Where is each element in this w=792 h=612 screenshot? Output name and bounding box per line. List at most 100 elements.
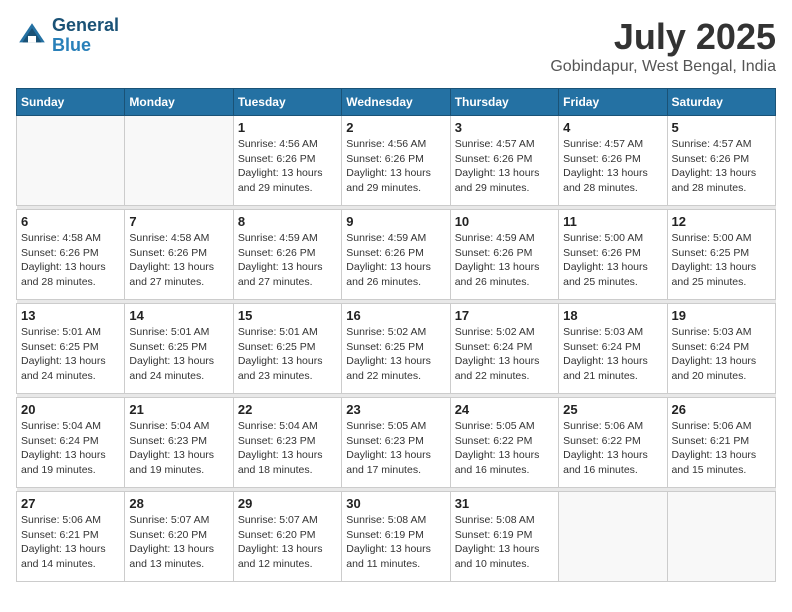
day-number: 18 <box>563 308 662 323</box>
day-number: 3 <box>455 120 554 135</box>
cell-sun-info: Sunrise: 5:00 AMSunset: 6:26 PMDaylight:… <box>563 231 662 290</box>
calendar-cell-w2-d5: 10 Sunrise: 4:59 AMSunset: 6:26 PMDayligh… <box>450 210 558 300</box>
day-number: 22 <box>238 402 337 417</box>
calendar-cell-w3-d5: 17Sunrise: 5:02 AMSunset: 6:24 PMDayligh… <box>450 304 558 394</box>
day-number: 4 <box>563 120 662 135</box>
cell-sun-info: Sunrise: 5:05 AMSunset: 6:22 PMDaylight:… <box>455 419 554 478</box>
cell-sun-info: Sunrise: 5:01 AMSunset: 6:25 PMDaylight:… <box>238 325 337 384</box>
page-header: General Blue July 2025 Gobindapur, West … <box>16 16 776 76</box>
day-number: 16 <box>346 308 445 323</box>
calendar-cell-w3-d1: 13 Sunrise: 5:01 AMSunset: 6:25 PMDayligh… <box>17 304 125 394</box>
cell-sun-info: Sunrise: 5:04 AMSunset: 6:24 PMDaylight:… <box>21 419 120 478</box>
cell-sun-info: Sunrise: 5:03 AMSunset: 6:24 PMDaylight:… <box>563 325 662 384</box>
calendar-cell-w3-d7: 19Sunrise: 5:03 AMSunset: 6:24 PMDayligh… <box>667 304 775 394</box>
calendar-cell-w1-d7: 5 Sunrise: 4:57 AMSunset: 6:26 PMDaylight… <box>667 116 775 206</box>
location-title: Gobindapur, West Bengal, India <box>550 58 776 76</box>
day-number: 20 <box>21 402 120 417</box>
calendar-cell-w1-d1 <box>17 116 125 206</box>
day-number: 24 <box>455 402 554 417</box>
calendar-table: Sunday Monday Tuesday Wednesday Thursday… <box>16 88 776 582</box>
week-row-5: 27Sunrise: 5:06 AMSunset: 6:21 PMDayligh… <box>17 492 776 582</box>
cell-sun-info: Sunrise: 5:05 AMSunset: 6:23 PMDaylight:… <box>346 419 445 478</box>
calendar-cell-w4-d7: 26Sunrise: 5:06 AMSunset: 6:21 PMDayligh… <box>667 398 775 488</box>
day-number: 29 <box>238 496 337 511</box>
weekday-header-row: Sunday Monday Tuesday Wednesday Thursday… <box>17 89 776 116</box>
cell-sun-info: Sunrise: 5:01 AMSunset: 6:25 PMDaylight:… <box>129 325 228 384</box>
cell-sun-info: Sunrise: 5:02 AMSunset: 6:24 PMDaylight:… <box>455 325 554 384</box>
cell-sun-info: Sunrise: 4:58 AMSunset: 6:26 PMDaylight:… <box>21 231 120 290</box>
cell-sun-info: Sunrise: 4:57 AMSunset: 6:26 PMDaylight:… <box>672 137 771 196</box>
calendar-cell-w5-d5: 31 Sunrise: 5:08 AMSunset: 6:19 PMDayligh… <box>450 492 558 582</box>
day-number: 15 <box>238 308 337 323</box>
month-year-title: July 2025 <box>550 16 776 58</box>
day-number: 5 <box>672 120 771 135</box>
day-number: 31 <box>455 496 554 511</box>
cell-sun-info: Sunrise: 5:06 AMSunset: 6:21 PMDaylight:… <box>21 513 120 572</box>
header-saturday: Saturday <box>667 89 775 116</box>
day-number: 28 <box>129 496 228 511</box>
cell-sun-info: Sunrise: 4:59 AMSunset: 6:26 PMDaylight:… <box>238 231 337 290</box>
day-number: 30 <box>346 496 445 511</box>
calendar-cell-w1-d5: 3 Sunrise: 4:57 AMSunset: 6:26 PMDaylight… <box>450 116 558 206</box>
day-number: 6 <box>21 214 120 229</box>
calendar-cell-w2-d1: 6 Sunrise: 4:58 AMSunset: 6:26 PMDaylight… <box>17 210 125 300</box>
day-number: 10 <box>455 214 554 229</box>
calendar-cell-w3-d3: 15 Sunrise: 5:01 AMSunset: 6:25 PMDayligh… <box>233 304 341 394</box>
cell-sun-info: Sunrise: 5:04 AMSunset: 6:23 PMDaylight:… <box>238 419 337 478</box>
calendar-cell-w2-d6: 11 Sunrise: 5:00 AMSunset: 6:26 PMDayligh… <box>559 210 667 300</box>
calendar-cell-w2-d7: 12 Sunrise: 5:00 AMSunset: 6:25 PMDayligh… <box>667 210 775 300</box>
calendar-cell-w1-d4: 2Sunrise: 4:56 AMSunset: 6:26 PMDaylight… <box>342 116 450 206</box>
day-number: 23 <box>346 402 445 417</box>
calendar-cell-w1-d3: 1 Sunrise: 4:56 AMSunset: 6:26 PMDaylight… <box>233 116 341 206</box>
calendar-cell-w4-d5: 24 Sunrise: 5:05 AMSunset: 6:22 PMDayligh… <box>450 398 558 488</box>
calendar-cell-w5-d4: 30Sunrise: 5:08 AMSunset: 6:19 PMDayligh… <box>342 492 450 582</box>
calendar-cell-w1-d2 <box>125 116 233 206</box>
calendar-cell-w5-d2: 28Sunrise: 5:07 AMSunset: 6:20 PMDayligh… <box>125 492 233 582</box>
calendar-cell-w4-d2: 21 Sunrise: 5:04 AMSunset: 6:23 PMDayligh… <box>125 398 233 488</box>
calendar-cell-w2-d3: 8Sunrise: 4:59 AMSunset: 6:26 PMDaylight… <box>233 210 341 300</box>
day-number: 21 <box>129 402 228 417</box>
day-number: 12 <box>672 214 771 229</box>
title-block: July 2025 Gobindapur, West Bengal, India <box>550 16 776 76</box>
cell-sun-info: Sunrise: 5:07 AMSunset: 6:20 PMDaylight:… <box>238 513 337 572</box>
header-thursday: Thursday <box>450 89 558 116</box>
week-row-1: 1 Sunrise: 4:56 AMSunset: 6:26 PMDaylight… <box>17 116 776 206</box>
cell-sun-info: Sunrise: 4:59 AMSunset: 6:26 PMDaylight:… <box>346 231 445 290</box>
cell-sun-info: Sunrise: 4:58 AMSunset: 6:26 PMDaylight:… <box>129 231 228 290</box>
header-tuesday: Tuesday <box>233 89 341 116</box>
cell-sun-info: Sunrise: 5:03 AMSunset: 6:24 PMDaylight:… <box>672 325 771 384</box>
day-number: 11 <box>563 214 662 229</box>
week-row-4: 20 Sunrise: 5:04 AMSunset: 6:24 PMDayligh… <box>17 398 776 488</box>
day-number: 26 <box>672 402 771 417</box>
header-wednesday: Wednesday <box>342 89 450 116</box>
cell-sun-info: Sunrise: 4:57 AMSunset: 6:26 PMDaylight:… <box>563 137 662 196</box>
logo: General Blue <box>16 16 119 56</box>
header-monday: Monday <box>125 89 233 116</box>
header-friday: Friday <box>559 89 667 116</box>
calendar-cell-w3-d6: 18 Sunrise: 5:03 AMSunset: 6:24 PMDayligh… <box>559 304 667 394</box>
cell-sun-info: Sunrise: 4:59 AMSunset: 6:26 PMDaylight:… <box>455 231 554 290</box>
day-number: 14 <box>129 308 228 323</box>
calendar-cell-w2-d2: 7 Sunrise: 4:58 AMSunset: 6:26 PMDaylight… <box>125 210 233 300</box>
logo-text: General Blue <box>52 16 119 56</box>
cell-sun-info: Sunrise: 5:01 AMSunset: 6:25 PMDaylight:… <box>21 325 120 384</box>
cell-sun-info: Sunrise: 5:04 AMSunset: 6:23 PMDaylight:… <box>129 419 228 478</box>
week-row-2: 6 Sunrise: 4:58 AMSunset: 6:26 PMDaylight… <box>17 210 776 300</box>
calendar-cell-w5-d6 <box>559 492 667 582</box>
cell-sun-info: Sunrise: 5:06 AMSunset: 6:22 PMDaylight:… <box>563 419 662 478</box>
calendar-cell-w4-d6: 25Sunrise: 5:06 AMSunset: 6:22 PMDayligh… <box>559 398 667 488</box>
day-number: 13 <box>21 308 120 323</box>
cell-sun-info: Sunrise: 5:00 AMSunset: 6:25 PMDaylight:… <box>672 231 771 290</box>
calendar-cell-w2-d4: 9 Sunrise: 4:59 AMSunset: 6:26 PMDaylight… <box>342 210 450 300</box>
day-number: 9 <box>346 214 445 229</box>
day-number: 7 <box>129 214 228 229</box>
calendar-cell-w5-d1: 27Sunrise: 5:06 AMSunset: 6:21 PMDayligh… <box>17 492 125 582</box>
cell-sun-info: Sunrise: 5:08 AMSunset: 6:19 PMDaylight:… <box>455 513 554 572</box>
cell-sun-info: Sunrise: 4:56 AMSunset: 6:26 PMDaylight:… <box>238 137 337 196</box>
day-number: 1 <box>238 120 337 135</box>
calendar-cell-w3-d4: 16Sunrise: 5:02 AMSunset: 6:25 PMDayligh… <box>342 304 450 394</box>
cell-sun-info: Sunrise: 4:57 AMSunset: 6:26 PMDaylight:… <box>455 137 554 196</box>
cell-sun-info: Sunrise: 4:56 AMSunset: 6:26 PMDaylight:… <box>346 137 445 196</box>
calendar-cell-w1-d6: 4 Sunrise: 4:57 AMSunset: 6:26 PMDaylight… <box>559 116 667 206</box>
calendar-cell-w4-d3: 22 Sunrise: 5:04 AMSunset: 6:23 PMDayligh… <box>233 398 341 488</box>
